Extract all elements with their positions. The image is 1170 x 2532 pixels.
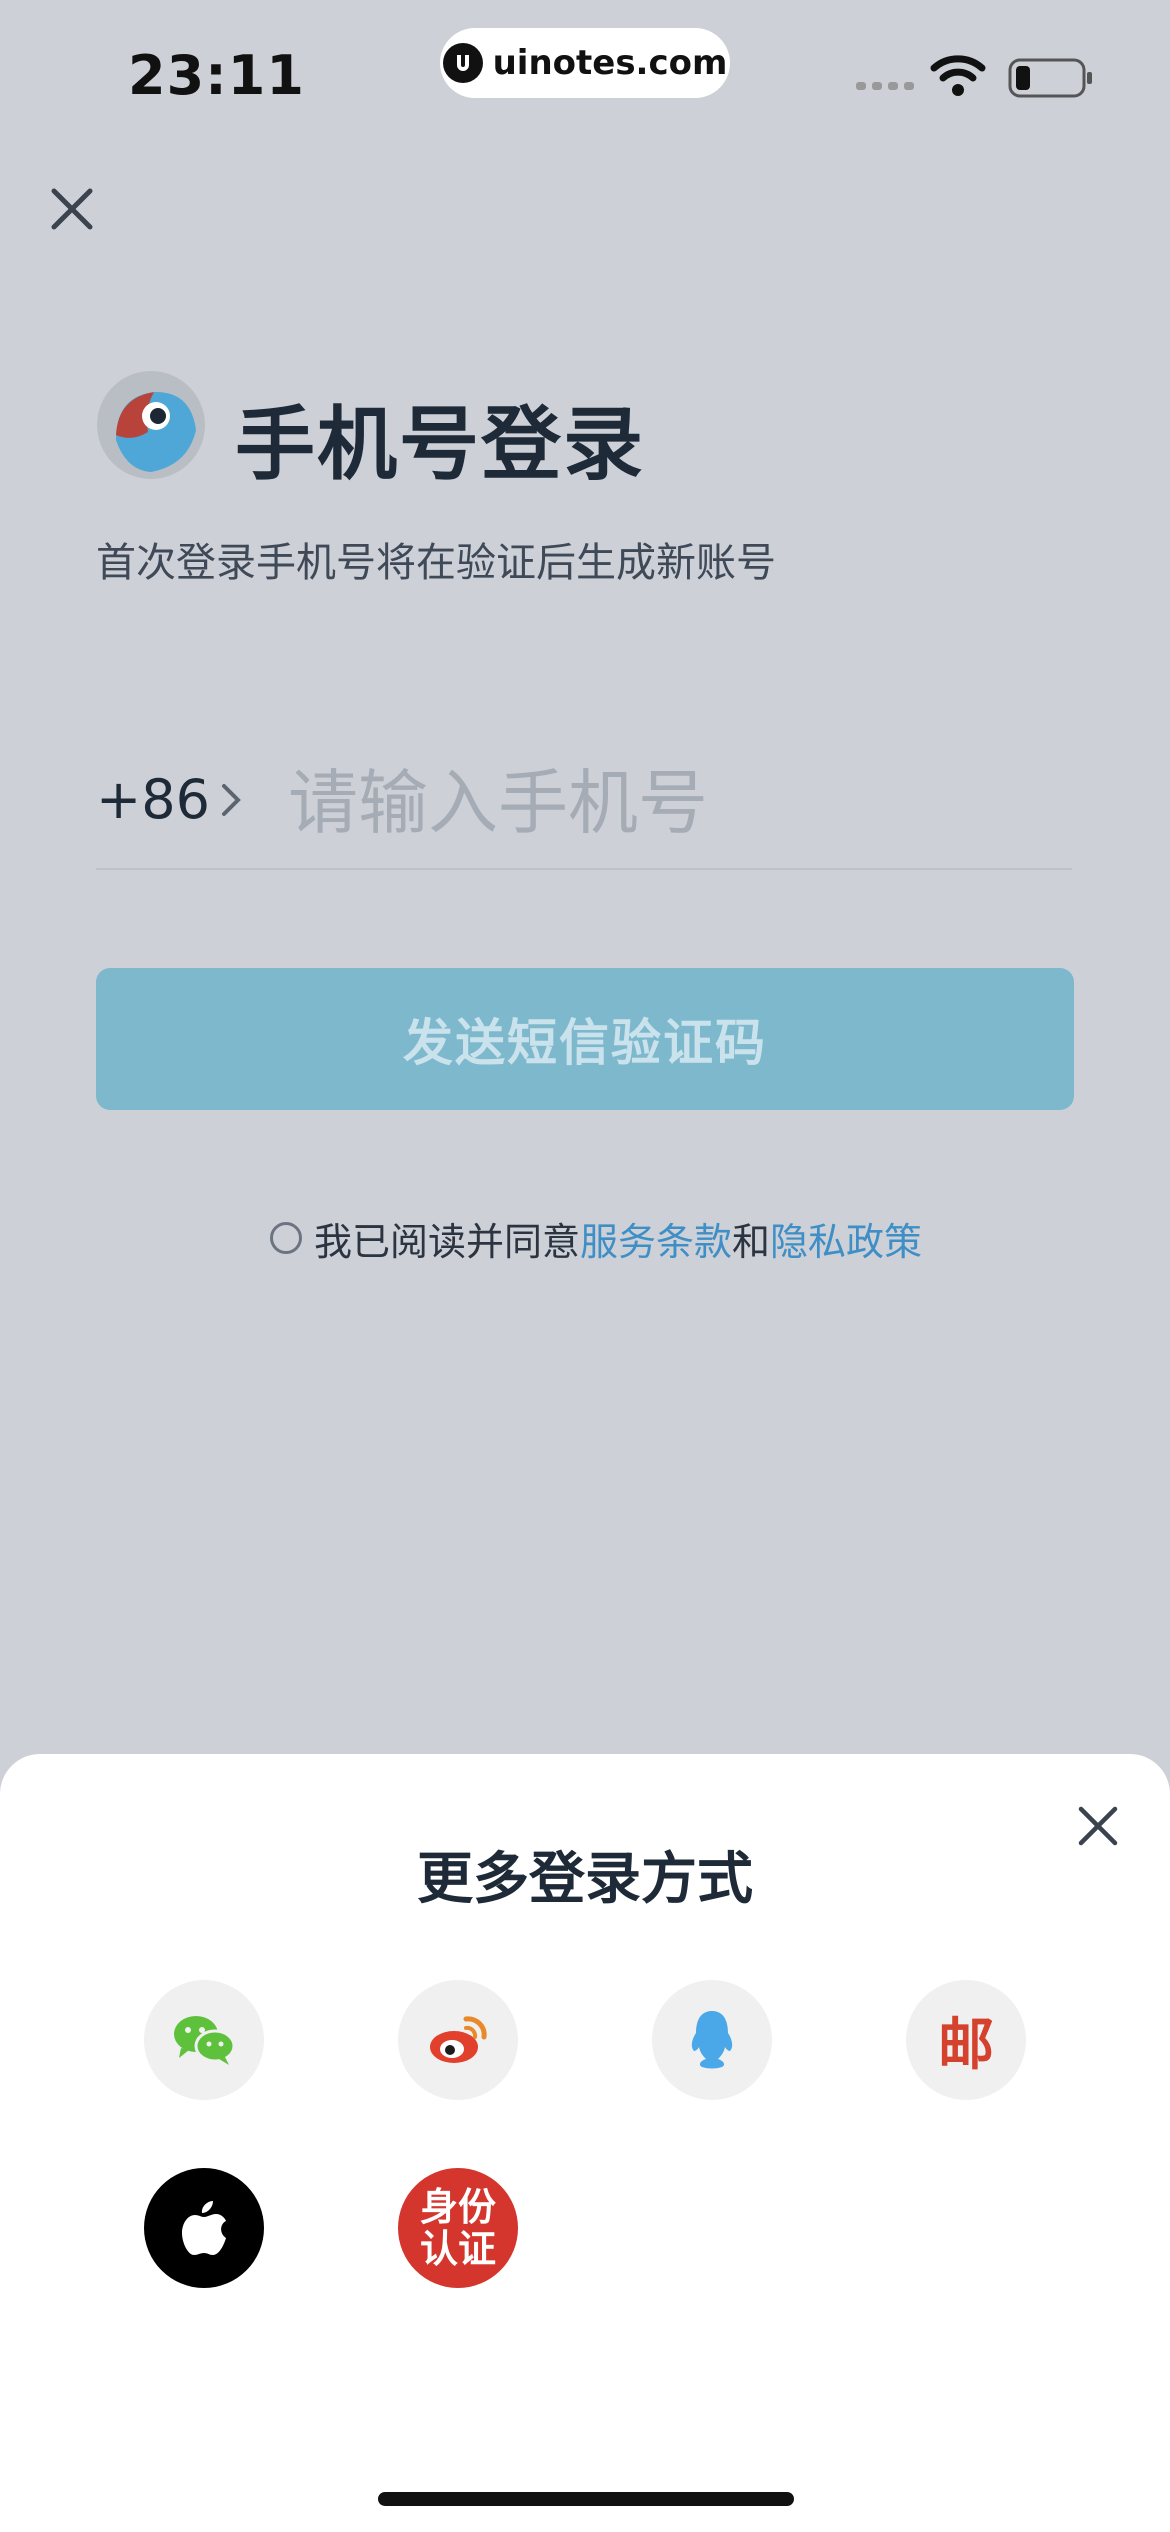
mail-icon: 邮 — [938, 2011, 994, 2078]
phone-number-input[interactable] — [286, 752, 1070, 854]
app-logo-icon — [97, 371, 205, 479]
weibo-icon — [430, 2016, 487, 2063]
terms-of-service-link[interactable]: 服务条款 — [580, 1211, 732, 1266]
status-bar: 23:11 uinotes.com — [0, 0, 1170, 150]
agreement-and-text: 和 — [732, 1219, 771, 1264]
url-badge: uinotes.com — [440, 28, 730, 98]
weibo-login-button[interactable] — [398, 1980, 518, 2100]
battery-icon — [1008, 58, 1092, 98]
cellular-signal-icon — [856, 82, 914, 90]
phone-input-row: +86 — [96, 752, 1072, 870]
more-login-sheet: 更多登录方式 邮 身份 认证 — [0, 1754, 1170, 2532]
id-verify-login-button[interactable]: 身份 认证 — [398, 2168, 518, 2288]
status-time: 23:11 — [128, 44, 305, 107]
id-verify-glyph-top: 身份 — [419, 2184, 496, 2229]
id-verify-glyph-bottom: 认证 — [419, 2226, 496, 2271]
privacy-policy-link[interactable]: 隐私政策 — [770, 1211, 922, 1266]
site-logo-icon — [442, 43, 483, 83]
wechat-icon — [174, 2016, 236, 2065]
mail-login-button[interactable]: 邮 — [906, 1980, 1026, 2100]
agreement-row: 我已阅读并同意 服务条款 和 隐私政策 — [270, 1210, 922, 1266]
agreement-text: 我已阅读并同意 — [314, 1219, 581, 1264]
url-text: uinotes.com — [492, 43, 728, 83]
close-icon[interactable] — [48, 185, 96, 233]
country-code-selector[interactable]: +86 — [96, 768, 210, 831]
apple-icon — [182, 2201, 226, 2255]
page-title: 手机号登录 — [235, 398, 645, 491]
agreement-checkbox[interactable] — [270, 1222, 302, 1254]
page-subtitle: 首次登录手机号将在验证后生成新账号 — [96, 540, 776, 586]
wechat-login-button[interactable] — [144, 1980, 264, 2100]
qq-icon — [691, 2011, 733, 2069]
sheet-title: 更多登录方式 — [417, 1847, 753, 1912]
qq-login-button[interactable] — [652, 1980, 772, 2100]
chevron-right-icon[interactable] — [216, 778, 246, 822]
apple-login-button[interactable] — [144, 2168, 264, 2288]
id-verify-icon: 身份 认证 — [420, 2186, 496, 2270]
home-indicator[interactable] — [378, 2492, 794, 2506]
wifi-icon — [930, 55, 986, 96]
send-sms-code-button[interactable]: 发送短信验证码 — [96, 968, 1074, 1110]
